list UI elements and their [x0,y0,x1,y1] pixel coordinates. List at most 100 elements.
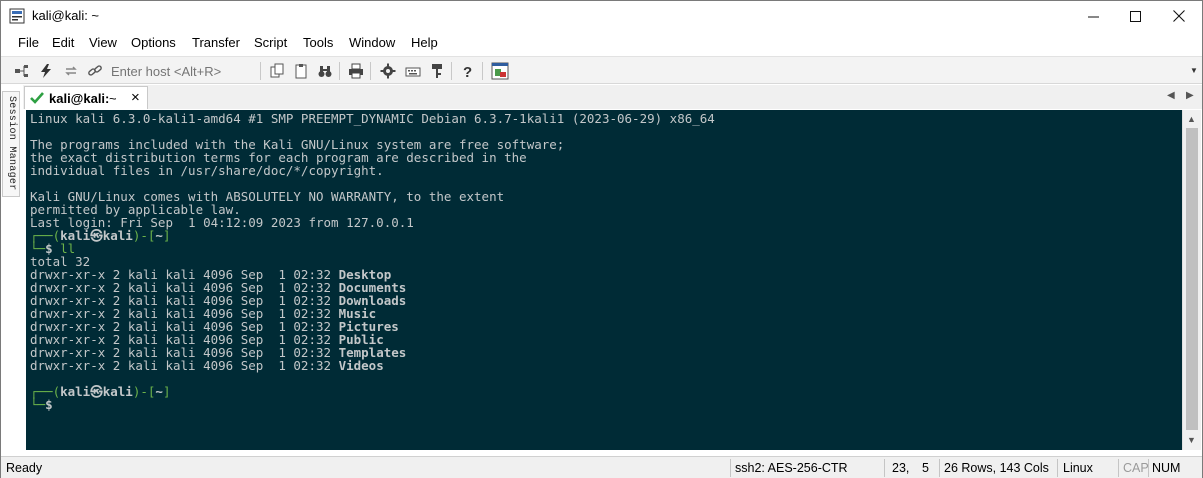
question-mark-icon: ? [463,64,472,79]
status-col: 5 [922,461,929,475]
prompt-host: kali [102,384,133,399]
securecrt-app-icon [9,8,25,24]
session-options-button[interactable] [378,61,398,81]
copy-icon [270,63,284,78]
status-os: Linux [1063,461,1093,475]
prompt-frame: └─ [30,397,46,412]
prompt-at-symbol: ㉿ [90,384,103,399]
command-line: └─$ [30,398,60,411]
disconnect-button[interactable] [85,61,105,81]
terminal-view[interactable]: Linux kali 6.3.0-kali1-amd64 #1 SMP PREE… [26,110,1182,450]
title-bar: kali@kali: ~ [1,1,1202,31]
paste-button[interactable] [291,61,311,81]
tab-close-icon[interactable]: × [131,89,140,106]
directory-entry: drwxr-xr-x 2 kali kali 4096 Sep 1 02:32 … [30,359,384,372]
tab-kali-session[interactable]: kali@kali: ~ × [24,86,148,109]
toolbar-divider [260,62,261,80]
toolbar: ? ▼ [1,56,1202,84]
status-divider [1148,459,1149,477]
close-icon [1173,10,1185,22]
status-ready: Ready [6,461,43,475]
menu-tools[interactable]: Tools [303,35,333,50]
link-icon [88,65,102,76]
session-manager-label: Session Manager [6,96,17,191]
connect-tree-icon [15,65,28,77]
close-window-button[interactable] [1157,1,1201,31]
prompt-frame: )-[ [132,384,156,399]
svg-text:?: ? [463,64,472,79]
connect-in-tab-button[interactable] [12,61,32,81]
status-bar: Ready ssh2: AES-256-CTR 23, 5 26 Rows, 1… [1,456,1202,478]
printer-icon [349,63,363,79]
status-divider [884,459,885,477]
connected-check-icon [30,92,44,104]
terminal-line: individual files in /usr/share/doc/*/cop… [30,163,384,178]
dir-name: Videos [338,358,384,373]
menu-transfer[interactable]: Transfer [192,35,240,50]
status-size: 26 Rows, 143 Cols [944,461,1049,475]
toolbar-overflow-icon[interactable]: ▼ [1190,66,1198,75]
menu-view[interactable]: View [89,35,117,50]
find-button[interactable] [315,61,335,81]
prompt-frame: ] [162,384,171,399]
scroll-down-icon[interactable]: ▼ [1187,435,1196,445]
status-row: 23, [892,461,910,475]
keyboard-icon [405,67,421,77]
session-manager-tab[interactable]: Session Manager [2,91,20,197]
key-manager-button[interactable] [427,61,447,81]
keymap-button[interactable] [403,61,423,81]
maximize-icon [1129,10,1141,22]
menu-help[interactable]: Help [411,35,438,50]
toolbar-divider [339,62,340,80]
status-divider [730,459,731,477]
menu-bar: File Edit View Options Transfer Script T… [1,31,1202,55]
status-divider [1118,459,1119,477]
window-title: kali@kali: ~ [32,8,100,23]
terminal-scrollbar[interactable]: ▲ ▼ [1182,110,1201,450]
prompt-frame: )-[ [132,228,156,243]
menu-script[interactable]: Script [254,35,287,50]
prompt-host: kali [102,228,133,243]
scroll-up-icon[interactable]: ▲ [1187,114,1196,124]
status-divider [1057,459,1058,477]
toolbar-divider [370,62,371,80]
scrollbar-thumb[interactable] [1186,128,1198,430]
print-button[interactable] [346,61,366,81]
terminal-line: Linux kali 6.3.0-kali1-amd64 #1 SMP PREE… [30,111,715,126]
binoculars-icon [318,66,332,77]
prompt-path: ~ [155,384,163,399]
clipboard-icon [295,64,307,79]
maximize-button[interactable] [1113,1,1157,31]
prompt-frame: ] [162,228,171,243]
sftp-window-icon [491,62,509,80]
reconnect-button[interactable] [61,61,81,81]
menu-edit[interactable]: Edit [52,35,74,50]
tab-label: kali@kali: [49,91,110,106]
toolbar-divider [482,62,483,80]
tab-scroll-left-icon[interactable]: ◀ [1167,90,1175,101]
prompt-at-symbol: ㉿ [90,228,103,243]
gear-icon [380,63,396,79]
dir-attributes: drwxr-xr-x 2 kali kali 4096 Sep 1 02:32 [30,358,339,373]
host-input[interactable] [111,61,259,81]
menu-window[interactable]: Window [349,35,395,50]
toolbar-divider [451,62,452,80]
status-num-lock: NUM [1152,461,1181,475]
copy-button[interactable] [267,61,287,81]
tab-bar: kali@kali: ~ × ◀ ▶ [23,85,1202,109]
status-divider [939,459,940,477]
minimize-icon [1087,16,1099,17]
tab-scroll-right-icon[interactable]: ▶ [1186,90,1194,101]
menu-options[interactable]: Options [131,35,176,50]
sftp-button[interactable] [490,61,510,81]
app-window: kali@kali: ~ File Edit View Options Tran… [0,0,1203,478]
key-icon [432,64,442,78]
menu-file[interactable]: File [18,35,39,50]
prompt-dollar: $ [45,397,61,412]
quick-connect-button[interactable] [36,61,56,81]
reconnect-icon [65,66,77,76]
help-button[interactable]: ? [458,61,478,81]
tab-label-path: ~ [109,91,117,106]
lightning-icon [41,64,51,78]
minimize-button[interactable] [1071,1,1115,31]
